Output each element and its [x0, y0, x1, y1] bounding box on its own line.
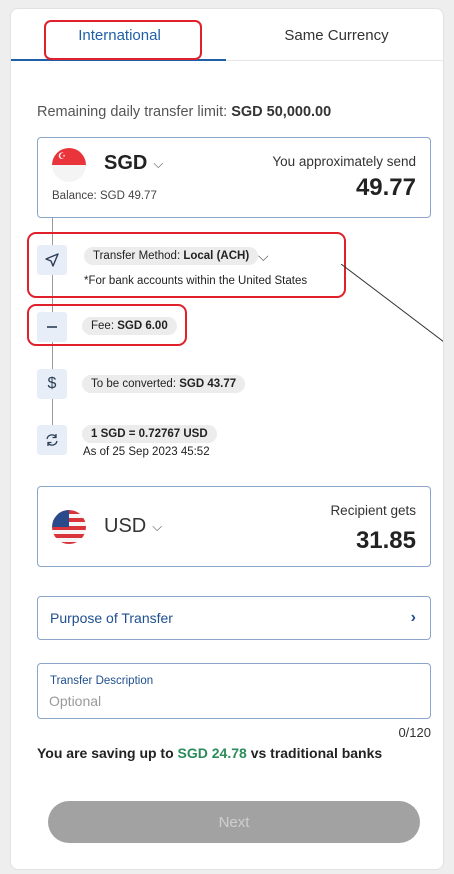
description-label: Transfer Description	[50, 675, 154, 687]
transfer-method-label: Transfer Method:	[93, 250, 181, 262]
send-amount-label: You approximately send	[272, 154, 416, 169]
minus-icon	[37, 312, 67, 342]
purpose-label: Purpose of Transfer	[50, 610, 173, 626]
highlight-box-method	[27, 232, 346, 298]
chevron-down-icon: ⌵	[153, 155, 164, 171]
send-amount[interactable]: 49.77	[356, 174, 416, 202]
tab-same-currency[interactable]: Same Currency	[228, 9, 443, 61]
transfer-description-field[interactable]: Transfer Description	[37, 663, 431, 719]
dollar-icon: $	[37, 369, 67, 399]
saving-amount: SGD 24.78	[177, 745, 247, 761]
next-button[interactable]: Next	[48, 801, 420, 843]
receive-amount-label: Recipient gets	[330, 503, 416, 518]
transfer-method-pill[interactable]: Transfer Method: Local (ACH)	[84, 247, 259, 265]
chevron-right-icon: ›	[410, 609, 416, 626]
send-currency-code: SGD	[104, 152, 148, 174]
tab-bar: International Same Currency	[11, 9, 443, 61]
transfer-card: International Same Currency Remaining da…	[10, 8, 444, 870]
fee-pill: Fee: SGD 6.00	[82, 317, 177, 335]
receive-currency-code: USD	[104, 515, 147, 537]
saving-text: You are saving up to SGD 24.78 vs tradit…	[37, 745, 382, 761]
saving-suffix: vs traditional banks	[250, 745, 383, 761]
receive-amount[interactable]: 31.85	[356, 527, 416, 555]
fee-value: SGD 6.00	[117, 320, 168, 332]
method-chevron-down-icon[interactable]: ⌵	[258, 248, 269, 265]
fee-label: Fee:	[91, 320, 115, 332]
receive-currency-box[interactable]: USD ⌵ Recipient gets 31.85	[37, 486, 431, 567]
converted-value: SGD 43.77	[179, 378, 237, 390]
transfer-method-value: Local (ACH)	[183, 250, 250, 262]
send-arrow-icon	[37, 245, 67, 275]
balance-text: Balance: SGD 49.77	[52, 190, 157, 202]
transfer-method-note: *For bank accounts within the United Sta…	[84, 275, 308, 287]
exchange-rate-date: As of 25 Sep 2023 45:52	[83, 446, 210, 458]
converted-amount-pill: To be converted: SGD 43.77	[82, 375, 246, 393]
send-currency-selector[interactable]: SGD ⌵	[104, 152, 163, 175]
purpose-of-transfer-button[interactable]: Purpose of Transfer ›	[37, 596, 431, 640]
saving-prefix: You are saving up to	[37, 745, 174, 761]
us-flag-icon	[52, 510, 86, 544]
active-tab-indicator	[11, 59, 226, 61]
converted-label: To be converted:	[91, 378, 177, 390]
tab-international[interactable]: International	[11, 9, 228, 61]
daily-limit-label: Remaining daily transfer limit:	[37, 104, 228, 120]
daily-limit-value: SGD 50,000.00	[231, 104, 332, 120]
singapore-flag-icon: ☪	[52, 148, 86, 182]
chevron-down-icon: ⌵	[152, 518, 163, 534]
annotation-line	[341, 264, 443, 342]
description-input[interactable]	[49, 691, 419, 711]
daily-limit-text: Remaining daily transfer limit: SGD 50,0…	[37, 104, 331, 120]
send-currency-box[interactable]: ☪ SGD ⌵ Balance: SGD 49.77 You approxima…	[37, 137, 431, 218]
receive-currency-selector[interactable]: USD ⌵	[104, 515, 162, 538]
description-counter: 0/120	[398, 725, 431, 740]
refresh-icon	[37, 425, 67, 455]
exchange-rate-pill: 1 SGD = 0.72767 USD	[82, 425, 217, 443]
